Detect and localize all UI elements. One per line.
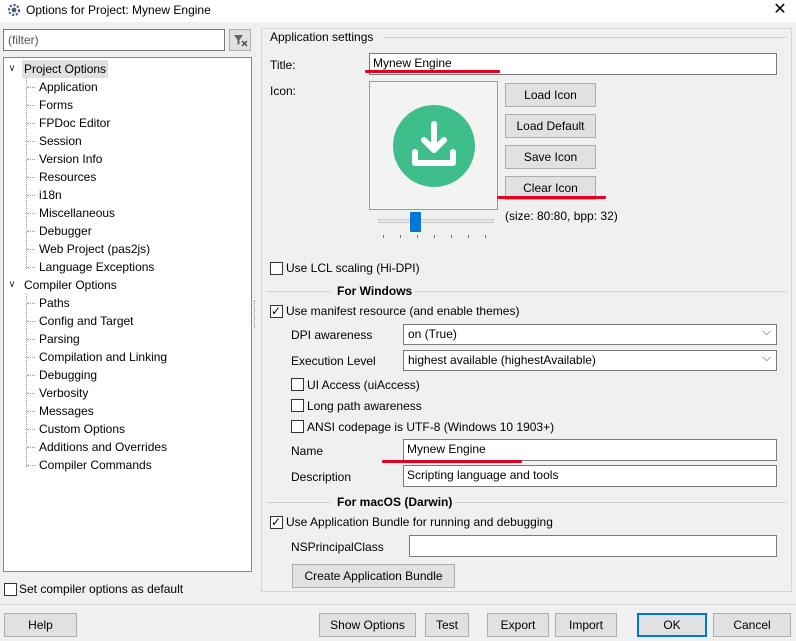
long-path-label: Long path awareness <box>307 399 422 413</box>
execution-level-select[interactable]: highest available (highestAvailable) ⌵ <box>403 350 777 371</box>
help-button[interactable]: Help <box>4 613 77 637</box>
annotation-underline <box>382 460 522 463</box>
ns-principal-class-input[interactable] <box>409 535 777 557</box>
clear-filter-button[interactable] <box>229 29 251 51</box>
title-bar: Options for Project: Mynew Engine ✕ <box>0 0 796 22</box>
use-app-bundle-label: Use Application Bundle for running and d… <box>286 515 553 529</box>
splitter-grip[interactable] <box>254 300 256 328</box>
use-manifest-checkbox[interactable] <box>270 303 283 319</box>
annotation-underline <box>365 70 500 73</box>
use-lcl-scaling-checkbox[interactable] <box>270 262 283 275</box>
export-button[interactable]: Export <box>487 613 549 637</box>
set-default-checkbox[interactable] <box>4 583 17 596</box>
long-path-checkbox[interactable] <box>291 399 304 412</box>
icon-label: Icon: <box>270 84 297 98</box>
create-app-bundle-button[interactable]: Create Application Bundle <box>292 564 455 588</box>
group-title-for-windows: For Windows <box>337 284 413 298</box>
use-lcl-scaling-label: Use LCL scaling (Hi-DPI) <box>286 261 420 275</box>
clear-filter-icon <box>234 35 248 47</box>
tree-item-verbosity[interactable]: Verbosity <box>39 384 88 402</box>
expand-toggle-icon[interactable]: ∨ <box>6 276 18 294</box>
chevron-down-icon: ⌵ <box>762 352 771 364</box>
tree-item-web-project[interactable]: Web Project (pas2js) <box>39 240 150 258</box>
tree-item-debugger[interactable]: Debugger <box>39 222 92 240</box>
tree-item-parsing[interactable]: Parsing <box>39 330 80 348</box>
save-icon-button[interactable]: Save Icon <box>505 145 596 169</box>
tree-item-application[interactable]: Application <box>39 78 98 96</box>
use-app-bundle-checkbox[interactable] <box>270 514 283 530</box>
expand-toggle-icon[interactable]: ∨ <box>6 60 18 78</box>
description-label: Description <box>291 470 352 484</box>
tree-item-session[interactable]: Session <box>39 132 82 150</box>
tree-item-additions-and-overrides[interactable]: Additions and Overrides <box>39 438 167 456</box>
group-title-application-settings: Application settings <box>270 30 374 44</box>
tree-item-miscellaneous[interactable]: Miscellaneous <box>39 204 115 222</box>
test-button[interactable]: Test <box>425 613 469 637</box>
import-button[interactable]: Import <box>555 613 617 637</box>
tree-node-compiler-options[interactable]: Compiler Options <box>24 276 117 294</box>
tree-node-project-options[interactable]: Project Options <box>22 60 109 78</box>
name-input[interactable]: Mynew Engine <box>403 439 777 461</box>
tree-item-messages[interactable]: Messages <box>39 402 94 420</box>
window-title: Options for Project: Mynew Engine <box>26 3 211 17</box>
tree-item-fpdoc-editor[interactable]: FPDoc Editor <box>39 114 110 132</box>
options-tree[interactable]: ∨ Project Options Application Forms FPDo… <box>3 57 252 572</box>
tree-item-language-exceptions[interactable]: Language Exceptions <box>39 258 154 276</box>
ok-button[interactable]: OK <box>637 613 707 637</box>
tree-item-paths[interactable]: Paths <box>39 294 70 312</box>
tree-item-resources[interactable]: Resources <box>39 168 96 186</box>
tree-item-compiler-commands[interactable]: Compiler Commands <box>39 456 152 474</box>
dpi-awareness-value: on (True) <box>408 327 457 341</box>
close-icon[interactable]: ✕ <box>770 0 790 19</box>
icon-info: (size: 80:80, bpp: 32) <box>505 209 618 223</box>
ns-principal-class-label: NSPrincipalClass <box>291 540 384 554</box>
annotation-underline <box>497 196 606 199</box>
gear-icon <box>7 3 21 17</box>
ansi-codepage-label: ANSI codepage is UTF-8 (Windows 10 1903+… <box>307 420 555 434</box>
tree-item-compilation-and-linking[interactable]: Compilation and Linking <box>39 348 167 366</box>
ansi-codepage-checkbox[interactable] <box>291 420 304 433</box>
cancel-button[interactable]: Cancel <box>713 613 791 637</box>
filter-input[interactable]: (filter) <box>3 29 225 51</box>
tree-item-config-and-target[interactable]: Config and Target <box>39 312 134 330</box>
icon-scale-slider[interactable] <box>378 219 494 223</box>
name-label: Name <box>291 444 324 458</box>
execution-level-label: Execution Level <box>291 354 376 368</box>
ui-access-label: UI Access (uiAccess) <box>307 378 420 392</box>
ui-access-checkbox[interactable] <box>291 378 304 391</box>
tree-item-i18n[interactable]: i18n <box>39 186 62 204</box>
title-label: Title: <box>270 58 296 72</box>
download-icon <box>393 105 475 187</box>
use-manifest-label: Use manifest resource (and enable themes… <box>286 304 520 318</box>
show-options-button[interactable]: Show Options <box>319 613 416 637</box>
load-default-button[interactable]: Load Default <box>505 114 596 138</box>
slider-thumb[interactable] <box>409 212 421 232</box>
execution-level-value: highest available (highestAvailable) <box>408 353 596 367</box>
tree-item-debugging[interactable]: Debugging <box>39 366 97 384</box>
tree-item-custom-options[interactable]: Custom Options <box>39 420 125 438</box>
set-default-label: Set compiler options as default <box>19 582 184 596</box>
dpi-awareness-select[interactable]: on (True) ⌵ <box>403 324 777 345</box>
tree-item-forms[interactable]: Forms <box>39 96 73 114</box>
group-title-for-macos: For macOS (Darwin) <box>337 495 453 509</box>
tree-item-version-info[interactable]: Version Info <box>39 150 102 168</box>
icon-preview <box>369 81 498 210</box>
dpi-awareness-label: DPI awareness <box>291 328 373 342</box>
chevron-down-icon: ⌵ <box>762 326 771 338</box>
load-icon-button[interactable]: Load Icon <box>505 83 596 107</box>
description-input[interactable]: Scripting language and tools <box>403 465 777 487</box>
